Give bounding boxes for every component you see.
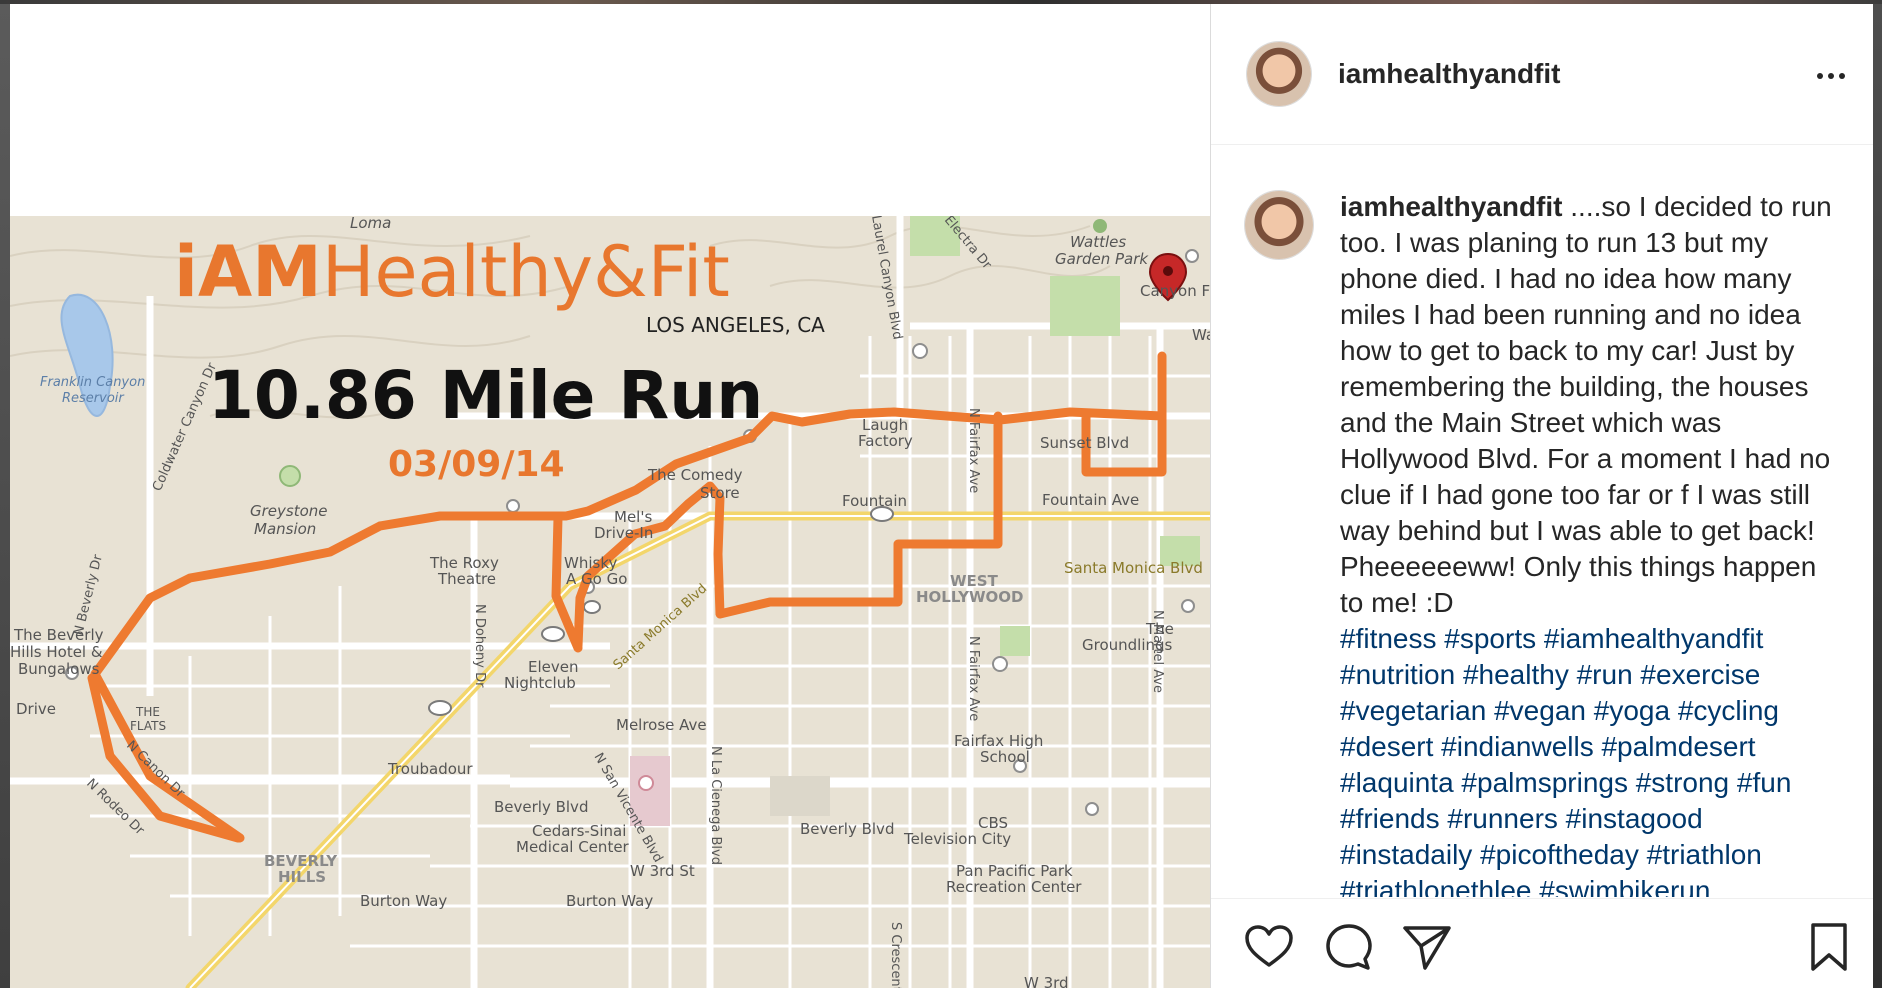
- map-label-wattles: Wattles: [1070, 233, 1126, 251]
- heart-icon[interactable]: [1241, 919, 1297, 975]
- map-label-mels-2: Drive-In: [594, 524, 653, 542]
- image-location: LOS ANGELES, CA: [646, 313, 825, 337]
- map-label-burton-1: Burton Way: [360, 892, 447, 910]
- action-bar: [1211, 898, 1873, 989]
- comments-area: iamhealthyandfit ....so I decided to run…: [1211, 145, 1873, 897]
- map-label-garden-park: Garden Park: [1055, 250, 1149, 268]
- map-label-beverly-blvd-2: Beverly Blvd: [800, 820, 894, 838]
- window-left-edge: [0, 4, 10, 988]
- bookmark-icon[interactable]: [1801, 919, 1857, 975]
- author-avatar[interactable]: [1247, 42, 1311, 106]
- map-label-cedars-2: Medical Center: [516, 838, 630, 856]
- post-media: Wattles Garden Park Franklin Canyon Rese…: [10, 4, 1210, 988]
- image-headline: 10.86 Mile Run: [208, 357, 763, 434]
- map-label-beverly-blvd-1: Beverly Blvd: [494, 798, 588, 816]
- map-label-comedy-2: Store: [700, 484, 740, 502]
- image-brand-main: Healthy&Fit: [322, 231, 730, 313]
- map-label-the-flats-1: THE: [135, 705, 160, 719]
- map-label-canyon-frag: Canyon F: [1140, 282, 1210, 300]
- caption-username[interactable]: iamhealthyandfit: [1340, 191, 1562, 222]
- window-right-edge: [1872, 4, 1882, 988]
- map-label-troubadour: Troubadour: [387, 760, 473, 778]
- map-label-greystone-1: Greystone: [250, 502, 328, 520]
- instagram-post-modal: Wattles Garden Park Franklin Canyon Rese…: [10, 4, 1873, 988]
- map-label-sunset: Sunset Blvd: [1040, 434, 1129, 452]
- map-label-n-doheny: N Doheny Dr: [472, 604, 487, 688]
- post-header: iamhealthyandfit: [1211, 4, 1873, 145]
- map-label-w-3rd: W 3rd St: [630, 862, 695, 880]
- paper-plane-icon[interactable]: [1399, 919, 1455, 975]
- caption-avatar[interactable]: [1245, 191, 1313, 259]
- map-label-fountain-ave: Fountain Ave: [1042, 491, 1139, 509]
- caption-hashtags[interactable]: #fitness #sports #iamhealthyandfit #nutr…: [1340, 623, 1799, 897]
- map-label-burton-2: Burton Way: [566, 892, 653, 910]
- comment-icon[interactable]: [1321, 919, 1377, 975]
- map-label-west-hollywood-2: HOLLYWOOD: [916, 588, 1023, 606]
- map-label-s-crescent: S Crescent: [888, 922, 903, 988]
- map-label-laugh-2: Factory: [858, 432, 913, 450]
- caption-text: ....so I decided to run too. I was plani…: [1340, 191, 1840, 618]
- map-label-eleven-2: Nightclub: [504, 674, 576, 692]
- map-label-franklin-1: Franklin Canyon: [40, 375, 145, 390]
- map-label-pan-pacific-2: Recreation Center: [946, 878, 1082, 896]
- map-label-santa-monica: Santa Monica Blvd: [1064, 559, 1203, 577]
- map-label-fairfax-high-2: School: [980, 748, 1030, 766]
- map-label-whisky-2: A Go Go: [566, 570, 627, 588]
- author-username[interactable]: iamhealthyandfit: [1338, 58, 1560, 90]
- map-label-drive: Drive: [16, 700, 56, 718]
- map-label-n-martel: N Martel Ave: [1150, 610, 1165, 693]
- map-label-franklin-2: Reservoir: [62, 391, 125, 406]
- image-brand: iAMHealthy&Fit: [174, 231, 730, 313]
- image-date: 03/09/14: [388, 444, 565, 485]
- map-label-n-fairfax-2: N Fairfax Ave: [966, 636, 981, 721]
- map-label-n-fairfax-1: N Fairfax Ave: [966, 408, 981, 493]
- caption: iamhealthyandfit ....so I decided to run…: [1340, 189, 1840, 897]
- post-sidebar: iamhealthyandfit iamhealthyandfit ....so…: [1210, 4, 1873, 988]
- map-label-fountain: Fountain: [842, 492, 907, 510]
- map-label-wa-frag: Wa: [1192, 326, 1210, 344]
- route-map-image: Wattles Garden Park Franklin Canyon Rese…: [10, 216, 1210, 988]
- map-label-beverly-hills-2: HILLS: [278, 868, 326, 886]
- map-label-greystone-2: Mansion: [254, 520, 316, 538]
- map-label-beverly-hotel-3: Bungalows: [18, 660, 100, 678]
- map-label-the-flats-2: FLATS: [130, 719, 166, 733]
- map-label-beverly-hotel-1: The Beverly: [13, 626, 104, 644]
- map-label-comedy-1: The Comedy: [647, 466, 743, 484]
- map-label-beverly-hotel-2: Hills Hotel &: [10, 643, 103, 661]
- map-label-cbs-2: Television City: [903, 830, 1011, 848]
- map-label-melrose: Melrose Ave: [616, 716, 707, 734]
- map-label-w-3rd-2: W 3rd: [1024, 974, 1069, 988]
- more-options-icon[interactable]: [1811, 56, 1851, 96]
- map-label-n-la-cienega: N La Cienega Blvd: [708, 746, 723, 865]
- map-label-roxy-2: Theatre: [437, 570, 496, 588]
- map-label-loma: Loma: [350, 216, 391, 232]
- image-brand-prefix: iAM: [174, 231, 322, 313]
